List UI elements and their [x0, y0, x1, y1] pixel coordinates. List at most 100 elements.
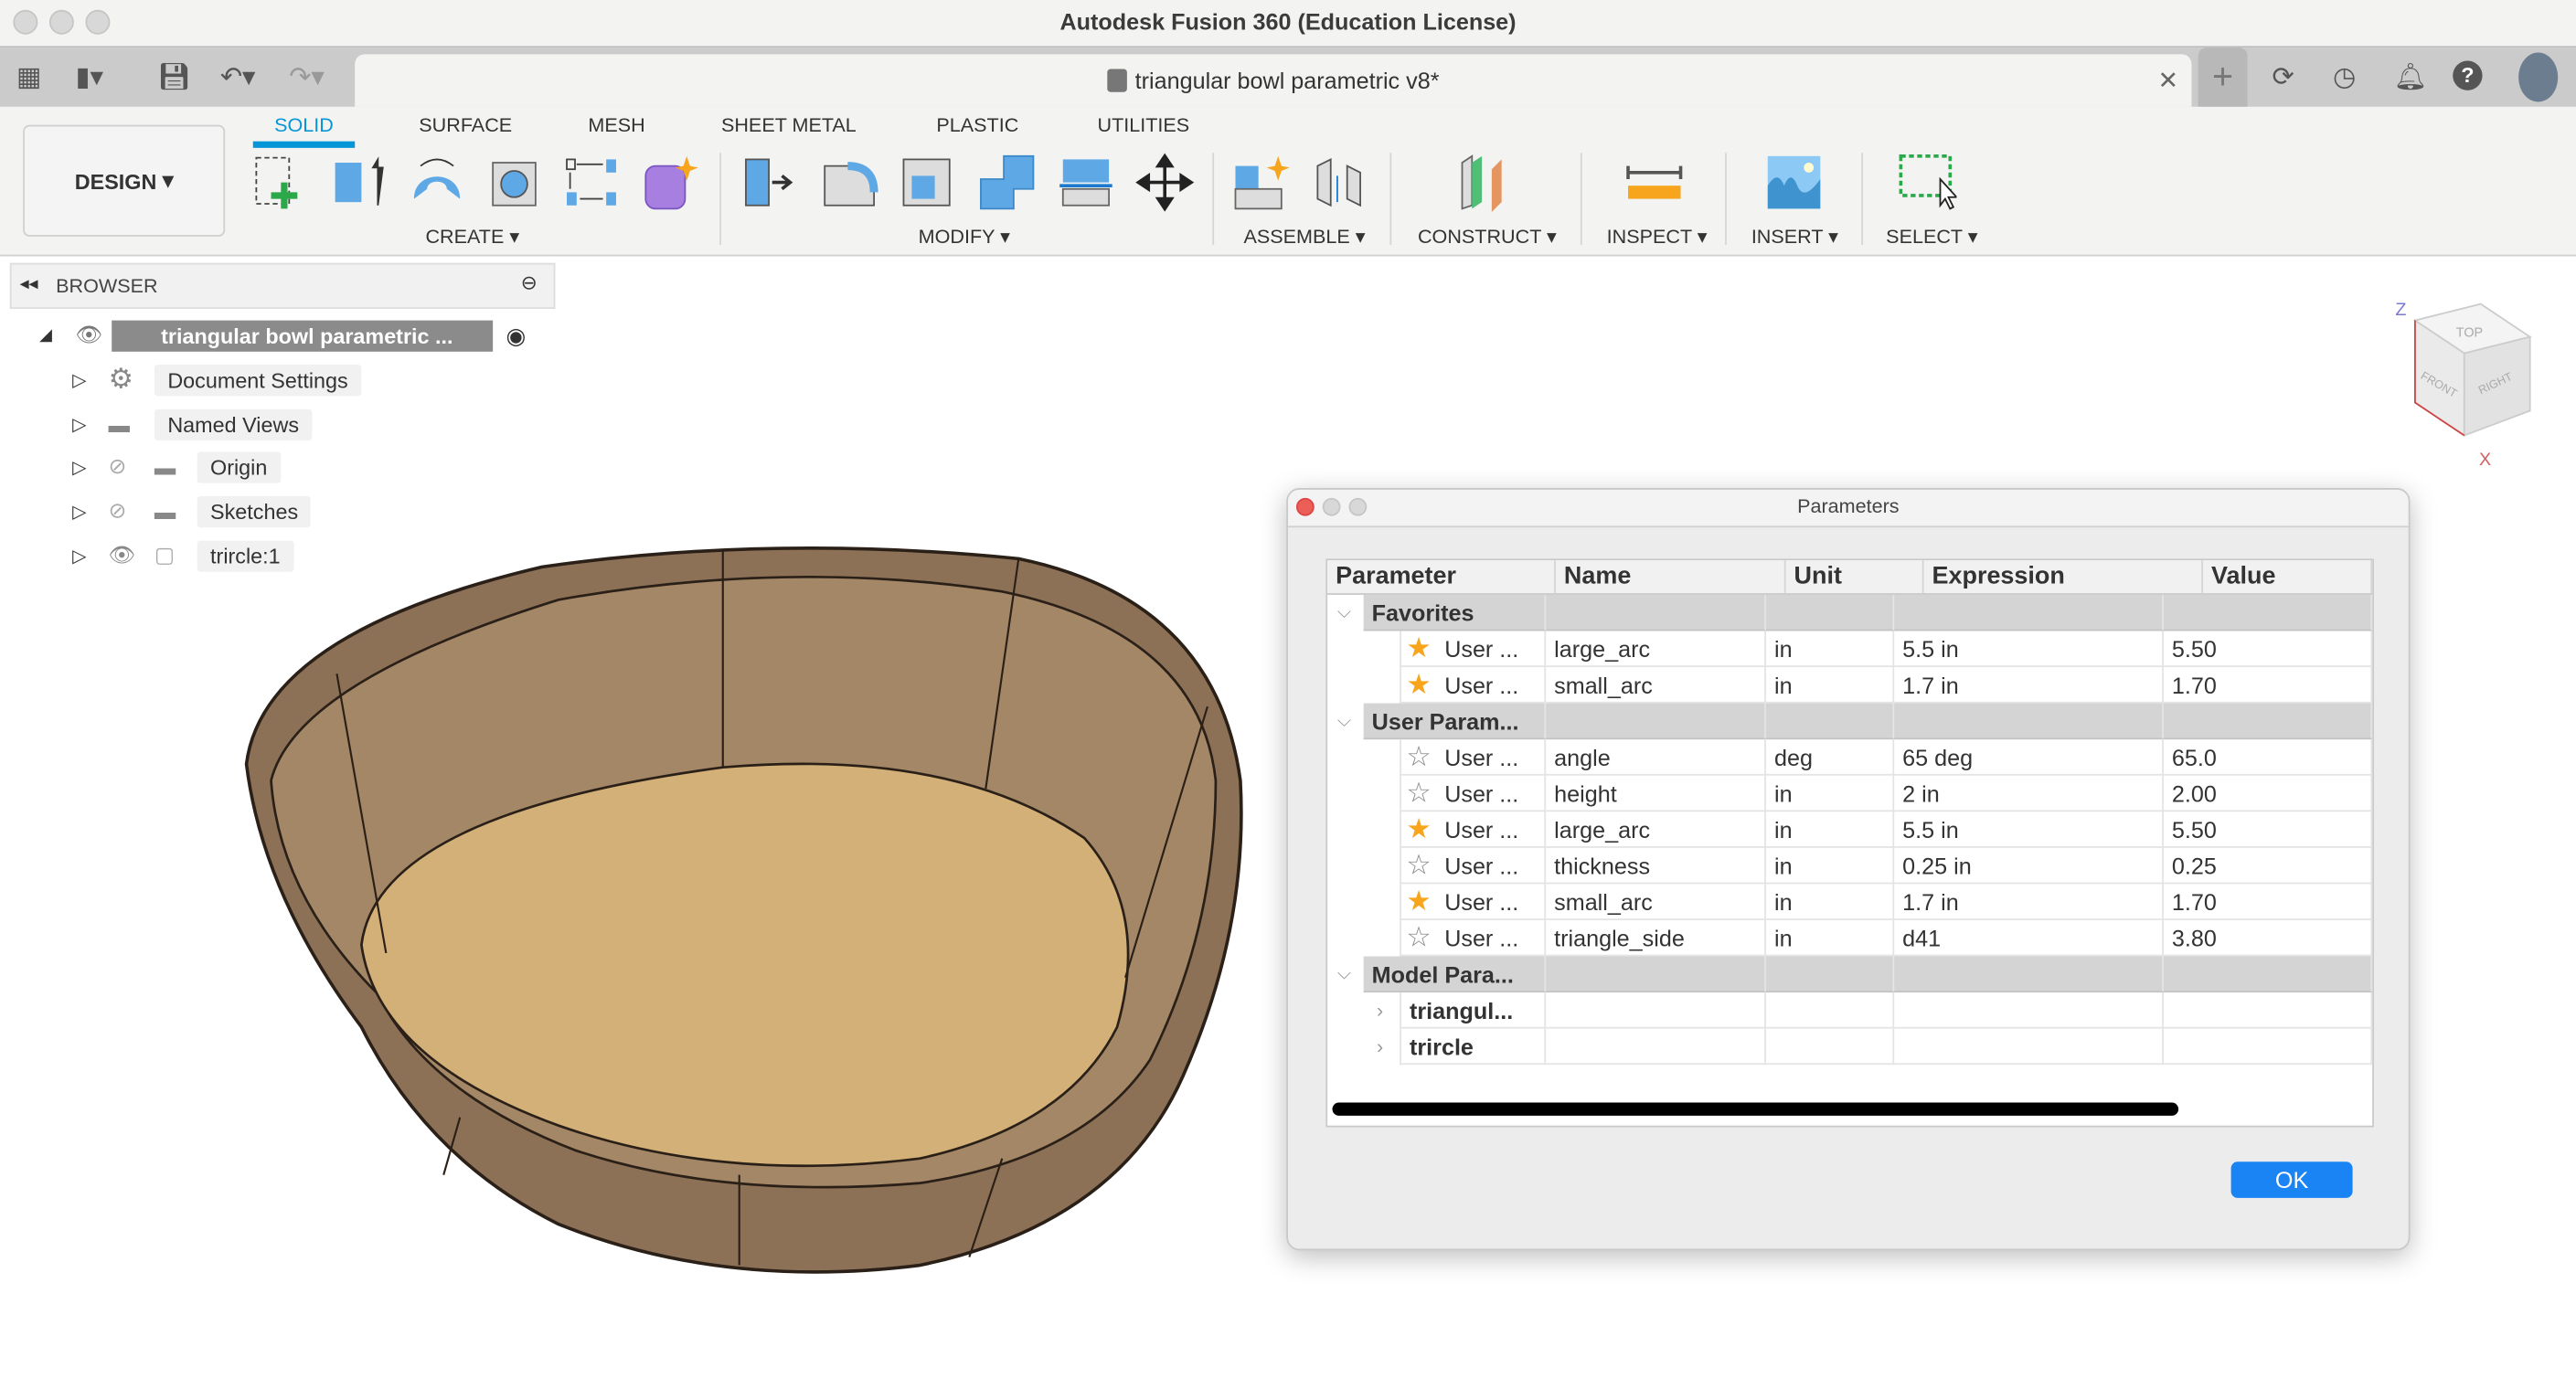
expand-chevron-icon[interactable]: ›: [1377, 1029, 1383, 1066]
extrude-icon[interactable]: [328, 153, 388, 212]
move-copy-icon[interactable]: [1135, 153, 1195, 212]
parameter-name[interactable]: angle: [1546, 739, 1766, 776]
parameter-expression[interactable]: 1.7 in: [1894, 884, 2164, 920]
file-menu-icon[interactable]: ▮▾: [76, 61, 103, 94]
tab-solid[interactable]: SOLID: [274, 113, 334, 136]
app-grid-icon[interactable]: ▦: [16, 61, 41, 94]
dialog-minimize-button[interactable]: [1322, 497, 1341, 516]
pattern-icon[interactable]: [563, 153, 623, 212]
user-avatar[interactable]: [2518, 52, 2559, 102]
expand-icon[interactable]: ▷: [72, 545, 109, 567]
expand-icon[interactable]: ▷: [72, 456, 109, 478]
column-header-unit[interactable]: Unit: [1786, 560, 1924, 594]
fillet-icon[interactable]: [822, 153, 881, 212]
collapse-browser-icon[interactable]: ◂◂: [20, 272, 38, 294]
browser-item-origin[interactable]: ▷ ⊘ ▬ Origin: [72, 449, 281, 485]
document-tab[interactable]: triangular bowl parametric v8* ✕: [355, 54, 2192, 107]
parameter-name[interactable]: small_arc: [1546, 884, 1766, 920]
tab-mesh[interactable]: MESH: [588, 113, 644, 136]
column-header-parameter[interactable]: Parameter: [1327, 560, 1556, 594]
table-row[interactable]: ★ User ... large_arc in 5.5 in 5.50: [1327, 631, 2373, 668]
browser-item-sketches[interactable]: ▷ ⊘ ▬ Sketches: [72, 493, 312, 529]
undo-icon[interactable]: ↶▾: [220, 61, 256, 94]
browser-options-icon[interactable]: ⊖: [521, 271, 538, 294]
dialog-zoom-button[interactable]: [1348, 497, 1368, 516]
table-row[interactable]: › trircle: [1327, 1028, 2373, 1066]
combine-icon[interactable]: [977, 153, 1037, 212]
insert-image-icon[interactable]: [1764, 153, 1824, 212]
expand-chevron-icon[interactable]: ›: [1377, 992, 1383, 1029]
favorite-star-filled-icon[interactable]: ★: [1406, 669, 1431, 700]
inspect-menu[interactable]: INSPECT ▾: [1607, 225, 1708, 248]
parameter-name[interactable]: triangle_side: [1546, 919, 1766, 957]
expand-icon[interactable]: ▷: [72, 413, 109, 435]
workspace-switcher[interactable]: DESIGN ▾: [23, 124, 226, 237]
activate-radio-icon[interactable]: ◉: [506, 322, 527, 350]
parameter-unit[interactable]: in: [1765, 884, 1895, 920]
parameter-expression[interactable]: d41: [1894, 919, 2164, 957]
create-form-icon[interactable]: [641, 153, 700, 212]
new-tab-icon[interactable]: +: [2198, 48, 2248, 107]
save-icon[interactable]: 💾︎: [158, 61, 192, 94]
favorite-star-filled-icon[interactable]: ★: [1406, 632, 1431, 663]
tab-sheet-metal[interactable]: SHEET METAL: [721, 113, 857, 136]
favorite-star-empty-icon[interactable]: ☆: [1406, 741, 1431, 772]
construct-menu[interactable]: CONSTRUCT ▾: [1418, 225, 1557, 248]
parameter-unit[interactable]: in: [1765, 775, 1895, 812]
table-row[interactable]: ☆ User ... height in 2 in 2.00: [1327, 775, 2373, 812]
create-menu[interactable]: CREATE ▾: [425, 225, 519, 248]
horizontal-scrollbar[interactable]: [1332, 1102, 2179, 1116]
select-menu[interactable]: SELECT ▾: [1886, 225, 1977, 248]
view-cube[interactable]: TOP FRONT RIGHT Z X: [2390, 296, 2547, 469]
bowl-3d-model[interactable]: [230, 534, 1265, 1289]
create-sketch-icon[interactable]: [251, 153, 311, 212]
favorite-star-empty-icon[interactable]: ☆: [1406, 850, 1431, 881]
offset-plane-icon[interactable]: [1455, 153, 1515, 212]
joint-icon[interactable]: [1311, 153, 1370, 212]
parameter-expression[interactable]: 2 in: [1894, 775, 2164, 812]
close-tab-icon[interactable]: ✕: [2157, 66, 2178, 96]
split-body-icon[interactable]: [1057, 153, 1116, 212]
group-row[interactable]: ⌵ Favorites: [1327, 594, 2373, 631]
new-component-icon[interactable]: [1232, 153, 1292, 212]
expand-icon[interactable]: ▷: [72, 501, 109, 522]
table-row[interactable]: ☆ User ... thickness in 0.25 in 0.25: [1327, 847, 2373, 885]
favorite-star-filled-icon[interactable]: ★: [1406, 886, 1431, 917]
parameter-name[interactable]: large_arc: [1546, 811, 1766, 848]
tab-surface[interactable]: SURFACE: [419, 113, 512, 136]
measure-icon[interactable]: [1624, 153, 1684, 212]
favorite-star-filled-icon[interactable]: ★: [1406, 813, 1431, 844]
parameter-expression[interactable]: 65 deg: [1894, 739, 2164, 776]
parameter-unit[interactable]: deg: [1765, 739, 1895, 776]
favorite-star-empty-icon[interactable]: ☆: [1406, 778, 1431, 809]
favorite-star-empty-icon[interactable]: ☆: [1406, 922, 1431, 953]
clock-icon[interactable]: ◷: [2333, 61, 2356, 94]
column-header-value[interactable]: Value: [2203, 560, 2373, 594]
parameter-name[interactable]: height: [1546, 775, 1766, 812]
table-row[interactable]: ★ User ... large_arc in 5.5 in 5.50: [1327, 811, 2373, 848]
browser-item-document-settings[interactable]: ▷ ⚙ Document Settings: [72, 362, 362, 398]
table-row[interactable]: ★ User ... small_arc in 1.7 in 1.70: [1327, 884, 2373, 920]
parameter-unit[interactable]: in: [1765, 667, 1895, 704]
group-row[interactable]: ⌵ Model Para...: [1327, 956, 2373, 993]
parameter-unit[interactable]: in: [1765, 919, 1895, 957]
visibility-eye-icon[interactable]: 👁︎: [109, 542, 154, 568]
table-row[interactable]: ★ User ... small_arc in 1.7 in 1.70: [1327, 667, 2373, 704]
notification-bell-icon[interactable]: 🔔︎: [2394, 61, 2428, 94]
table-row[interactable]: ☆ User ... triangle_side in d41 3.80: [1327, 919, 2373, 957]
parameter-unit[interactable]: in: [1765, 847, 1895, 885]
column-header-name[interactable]: Name: [1556, 560, 1786, 594]
help-icon[interactable]: ?: [2453, 60, 2483, 90]
parameter-name[interactable]: small_arc: [1546, 667, 1766, 704]
insert-menu[interactable]: INSERT ▾: [1751, 225, 1838, 248]
viewcube-top[interactable]: TOP: [2456, 326, 2483, 341]
shell-icon[interactable]: [899, 153, 958, 212]
collapse-chevron-icon[interactable]: ⌵: [1337, 704, 1351, 740]
hole-icon[interactable]: [486, 153, 546, 212]
select-icon[interactable]: [1898, 153, 1957, 212]
parameter-expression[interactable]: 1.7 in: [1894, 667, 2164, 704]
collapse-chevron-icon[interactable]: ⌵: [1337, 595, 1351, 631]
parameter-expression[interactable]: 5.5 in: [1894, 631, 2164, 668]
tab-plastic[interactable]: PLASTIC: [936, 113, 1018, 136]
parameter-name[interactable]: thickness: [1546, 847, 1766, 885]
